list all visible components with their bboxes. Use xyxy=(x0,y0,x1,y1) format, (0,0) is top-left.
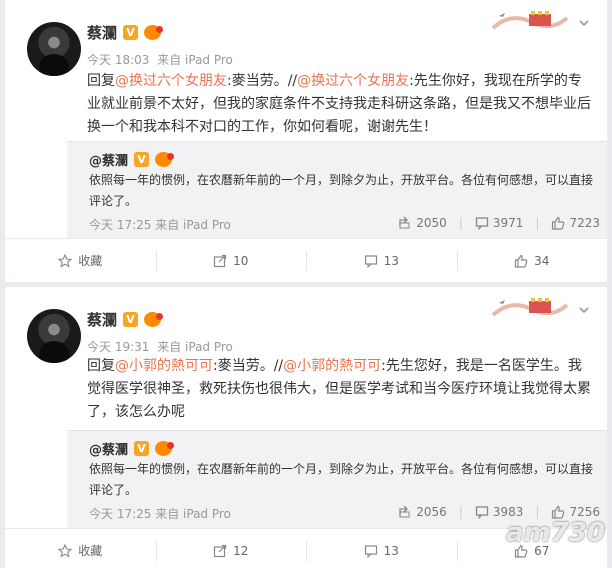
comment-icon xyxy=(364,254,377,268)
repost-button[interactable]: 10 xyxy=(155,239,307,282)
author-name[interactable]: 蔡瀾 xyxy=(87,309,117,330)
repost-source: 来自 iPad Pro xyxy=(155,507,231,521)
comment-icon xyxy=(364,544,377,558)
like-count[interactable]: 7256 xyxy=(551,505,600,519)
post-time[interactable]: 今天 19:31 xyxy=(87,340,149,354)
weibo-post-card: 蔡瀾 V 今天 18:03 来自 iPad Pro 回复@换过六个女朋友:麥当劳… xyxy=(5,0,607,282)
repost-author-row: @蔡瀾 V xyxy=(89,150,175,169)
comment-icon xyxy=(475,506,489,519)
author-name[interactable]: 蔡瀾 xyxy=(87,22,117,43)
favorite-button[interactable]: 收藏 xyxy=(5,239,156,282)
reply-text: :麥当劳。 xyxy=(227,73,288,89)
repost-footer: 今天 17:25 来自 iPad Pro 2050 | 3971 | 7223 xyxy=(89,216,604,233)
level-icon xyxy=(155,441,175,456)
great-wall-banner xyxy=(491,298,569,317)
chevron-down-icon[interactable] xyxy=(578,17,590,29)
star-icon xyxy=(58,253,73,268)
repost-text: 依照每一年的惯例，在农曆新年前的一个月，到除夕为止，开放平台。各位有何感想，可以… xyxy=(89,173,594,208)
repost-source: 来自 iPad Pro xyxy=(155,218,231,232)
comment-count-value: 3971 xyxy=(492,216,524,230)
author-row: 蔡瀾 V xyxy=(87,22,164,43)
verified-icon: V xyxy=(123,25,139,40)
post-text: 回复@小郭的熱可可:麥当劳。//@小郭的熱可可:先生您好，我是一名医学生。我觉得… xyxy=(87,355,592,424)
repost-time[interactable]: 今天 17:25 xyxy=(89,507,151,521)
comment-action-count: 13 xyxy=(383,543,399,558)
repost-count[interactable]: 2056 xyxy=(398,505,447,519)
comment-icon xyxy=(475,217,489,230)
repost-icon xyxy=(214,254,227,267)
comment-button[interactable]: 13 xyxy=(306,529,457,568)
comment-button[interactable]: 13 xyxy=(306,239,457,282)
favorite-button[interactable]: 收藏 xyxy=(5,529,156,568)
mention-link[interactable]: @小郭的熱可可 xyxy=(283,358,381,374)
repost-icon xyxy=(214,544,227,557)
mention-link[interactable]: @小郭的熱可可 xyxy=(115,358,213,374)
repost-icon xyxy=(399,216,410,229)
mention-link[interactable]: @换过六个女朋友 xyxy=(115,73,227,89)
post-action-bar: 收藏 10 13 34 xyxy=(5,238,607,282)
reposted-weibo[interactable]: @蔡瀾 V 依照每一年的惯例，在农曆新年前的一个月，到除夕为止，开放平台。各位有… xyxy=(67,430,607,528)
reply-prefix: 回复 xyxy=(87,73,115,89)
like-action-count: 34 xyxy=(534,253,550,268)
like-icon xyxy=(515,254,528,268)
post-source: 来自 iPad Pro xyxy=(157,53,233,67)
post-meta: 今天 19:31 来自 iPad Pro xyxy=(87,338,237,355)
repost-button[interactable]: 12 xyxy=(155,529,307,568)
favorite-label: 收藏 xyxy=(78,254,103,268)
verified-icon: V xyxy=(134,441,150,456)
repost-time[interactable]: 今天 17:25 xyxy=(89,218,151,232)
avatar[interactable] xyxy=(27,309,81,363)
star-icon xyxy=(58,543,73,558)
comment-count-value: 3983 xyxy=(492,505,524,519)
post-text: 回复@换过六个女朋友:麥当劳。//@换过六个女朋友:先生你好，我现在所学的专业就… xyxy=(87,70,592,139)
like-icon xyxy=(552,216,565,230)
reply-prefix: 回复 xyxy=(87,358,115,374)
repost-action-count: 10 xyxy=(233,253,249,268)
post-time[interactable]: 今天 18:03 xyxy=(87,53,149,67)
post-meta: 今天 18:03 来自 iPad Pro xyxy=(87,51,237,68)
repost-author[interactable]: @蔡瀾 xyxy=(89,439,128,458)
great-wall-banner xyxy=(491,11,569,30)
comment-action-count: 13 xyxy=(383,253,399,268)
repost-slashes: // xyxy=(273,358,284,374)
comment-count[interactable]: 3983 xyxy=(475,505,524,519)
like-button[interactable]: 34 xyxy=(456,239,608,282)
repost-stats: 2050 | 3971 | 7223 xyxy=(398,216,600,230)
like-icon xyxy=(552,505,565,519)
avatar[interactable] xyxy=(27,22,81,76)
repost-text: 依照每一年的惯例，在农曆新年前的一个月，到除夕为止，开放平台。各位有何感想，可以… xyxy=(89,462,594,497)
watermark-logo: am730 xyxy=(506,518,605,548)
favorite-label: 收藏 xyxy=(78,544,103,558)
repost-stats: 2056 | 3983 | 7256 xyxy=(398,505,600,519)
level-icon xyxy=(144,25,164,40)
reply-text: :麥当劳。 xyxy=(213,358,274,374)
post-source: 来自 iPad Pro xyxy=(157,340,233,354)
repost-count-value: 2056 xyxy=(416,505,447,519)
verified-icon: V xyxy=(134,152,150,167)
repost-count[interactable]: 2050 xyxy=(398,216,447,230)
repost-slashes: // xyxy=(287,73,298,89)
level-icon xyxy=(155,152,175,167)
author-row: 蔡瀾 V xyxy=(87,309,164,330)
repost-icon xyxy=(399,505,410,518)
reposted-weibo[interactable]: @蔡瀾 V 依照每一年的惯例，在农曆新年前的一个月，到除夕为止，开放平台。各位有… xyxy=(67,141,607,238)
verified-icon: V xyxy=(123,312,139,327)
chevron-down-icon[interactable] xyxy=(578,304,590,316)
repost-author-row: @蔡瀾 V xyxy=(89,439,175,458)
like-count[interactable]: 7223 xyxy=(551,216,600,230)
comment-count[interactable]: 3971 xyxy=(475,216,524,230)
repost-author[interactable]: @蔡瀾 xyxy=(89,150,128,169)
like-count-value: 7223 xyxy=(569,216,600,230)
repost-count-value: 2050 xyxy=(416,216,447,230)
repost-action-count: 12 xyxy=(233,543,249,558)
level-icon xyxy=(144,312,164,327)
like-count-value: 7256 xyxy=(569,505,600,519)
mention-link[interactable]: @换过六个女朋友 xyxy=(297,73,409,89)
